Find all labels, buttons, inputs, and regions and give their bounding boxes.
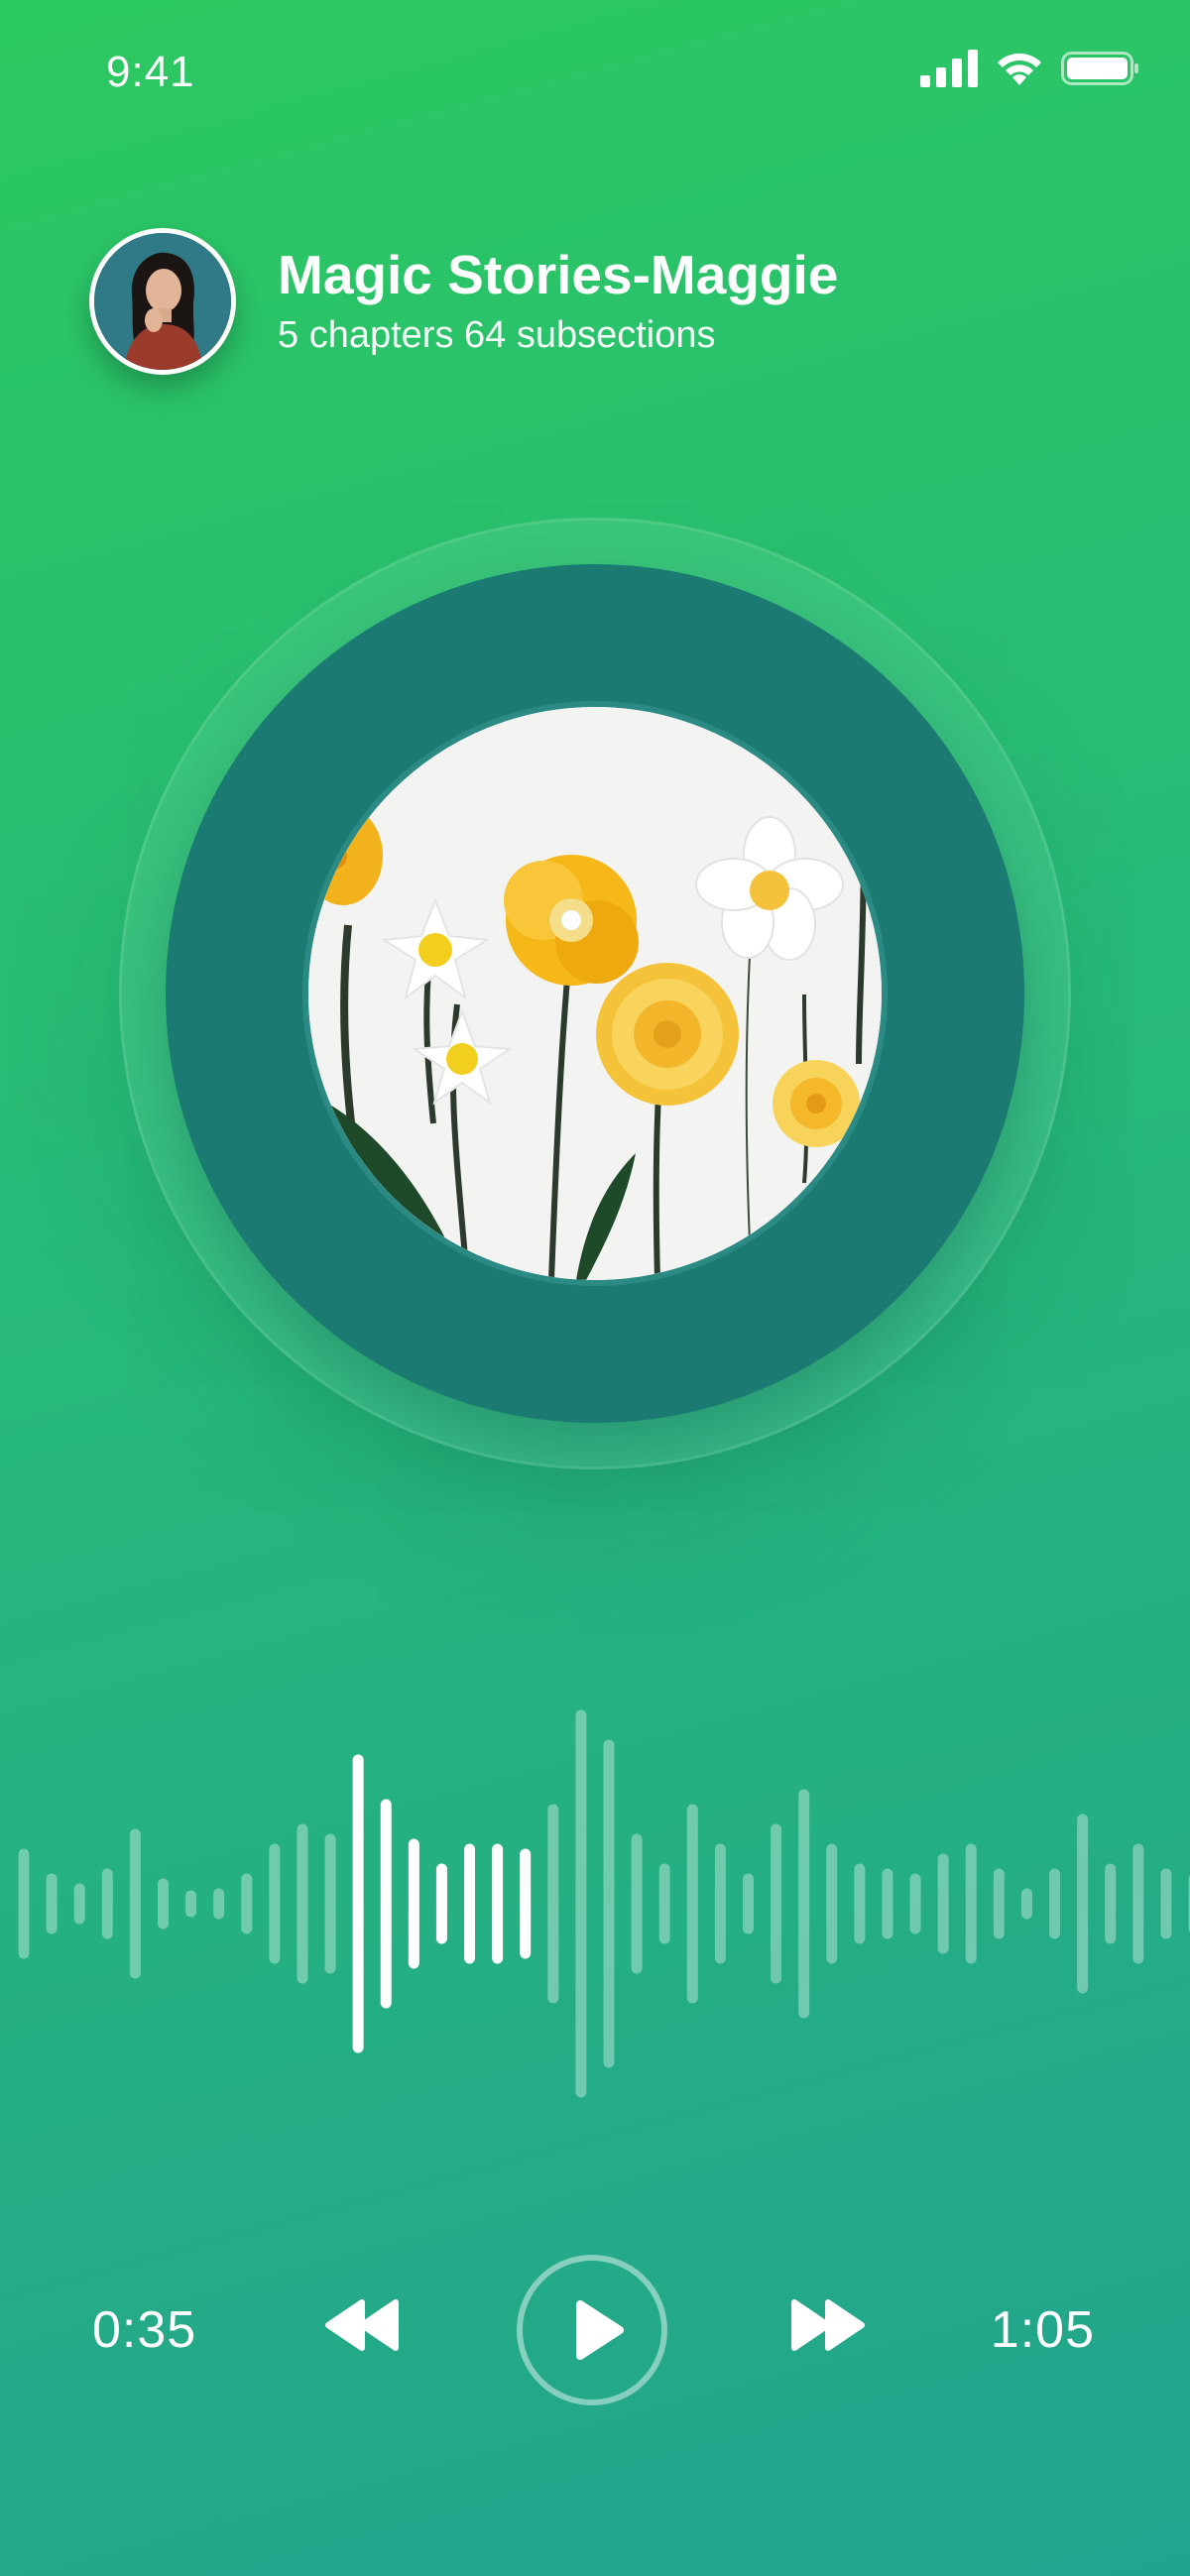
battery-icon	[1061, 52, 1138, 85]
status-icons	[920, 50, 1140, 87]
play-icon	[576, 2300, 624, 2360]
header-text: Magic Stories-Maggie 5 chapters 64 subse…	[278, 242, 838, 361]
fast-forward-button[interactable]	[788, 2290, 868, 2360]
total-time: 1:05	[990, 2301, 1095, 2359]
wifi-icon	[998, 53, 1041, 85]
rewind-icon	[325, 2299, 399, 2351]
paper-flowers-artwork-icon	[308, 707, 882, 1280]
elapsed-time: 0:35	[92, 2301, 197, 2359]
story-title: Magic Stories-Maggie	[278, 244, 839, 305]
album-artwork	[302, 701, 888, 1286]
play-button[interactable]	[517, 2255, 667, 2405]
audio-waveform[interactable]	[0, 1705, 1190, 2102]
player-controls: 0:35 1:05	[0, 2251, 1190, 2409]
story-header: Magic Stories-Maggie 5 chapters 64 subse…	[89, 228, 838, 375]
story-subtitle: 5 chapters 64 subsections	[278, 314, 716, 356]
rewind-button[interactable]	[322, 2290, 402, 2360]
fast-forward-icon	[791, 2299, 865, 2351]
status-time: 9:41	[106, 48, 195, 96]
narrator-avatar-icon	[94, 233, 231, 370]
player-screen: 9:41 Magic Stories-Maggie 5 chapters 64 …	[0, 0, 1190, 2576]
avatar[interactable]	[89, 228, 236, 375]
cellular-signal-icon	[920, 50, 978, 87]
status-bar: 9:41	[0, 0, 1190, 149]
